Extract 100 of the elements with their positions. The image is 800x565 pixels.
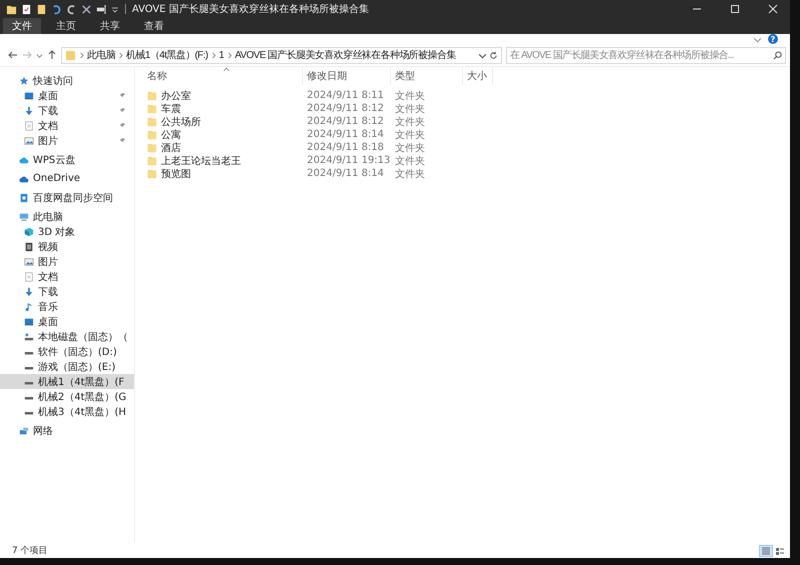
ribbon-tab[interactable]: 主页 bbox=[47, 18, 85, 34]
ribbon-tab[interactable]: 查看 bbox=[135, 18, 173, 34]
nav-item[interactable]: 文档 bbox=[0, 269, 134, 284]
breadcrumb[interactable]: 1 bbox=[218, 50, 224, 60]
nav-item[interactable]: WPS云盘 bbox=[0, 152, 134, 167]
date-cell-text: 2024/9/11 8:14 bbox=[306, 129, 385, 140]
pin-icon[interactable] bbox=[119, 137, 126, 144]
breadcrumb[interactable]: 此电脑 bbox=[87, 48, 116, 62]
column-header[interactable]: 修改日期 bbox=[303, 67, 391, 85]
cube-icon bbox=[24, 226, 34, 236]
nav-label: 软件（固态）(D:) bbox=[38, 346, 117, 358]
tiles-view-icon[interactable] bbox=[774, 546, 786, 556]
help-button[interactable]: ? bbox=[768, 34, 778, 44]
date-cell-text: 2024/9/11 8:18 bbox=[306, 142, 385, 153]
nav-item[interactable]: 下载 bbox=[0, 284, 134, 299]
nav-item[interactable]: 音乐 bbox=[0, 299, 134, 314]
picture-icon bbox=[24, 256, 34, 266]
film-icon bbox=[24, 242, 34, 252]
monitor-icon bbox=[24, 316, 34, 326]
nav-item[interactable]: 图片 bbox=[0, 254, 134, 269]
star-icon bbox=[19, 76, 29, 86]
nav-item[interactable]: 下载 bbox=[0, 103, 134, 118]
back-icon[interactable] bbox=[8, 50, 18, 60]
nav-label: 机械2（4t黑盘）(G bbox=[38, 390, 126, 404]
rename-icon[interactable] bbox=[96, 4, 107, 14]
redo-icon[interactable] bbox=[66, 4, 77, 14]
nav-label: 下载 bbox=[38, 286, 58, 298]
search-icon bbox=[773, 50, 782, 60]
column-header[interactable]: 大小 bbox=[463, 67, 493, 85]
chevron-icon[interactable] bbox=[36, 52, 43, 58]
nav-label: 机械3（4t黑盘）(H bbox=[38, 406, 126, 418]
file-name[interactable]: 酒店 bbox=[143, 140, 303, 154]
file-name[interactable]: 办公室 bbox=[143, 88, 303, 102]
nav-label: 百度网盘同步空间 bbox=[33, 192, 113, 204]
folder-icon bbox=[147, 168, 157, 178]
dropdown-icon[interactable] bbox=[111, 5, 119, 13]
nav-label: 本地磁盘（固态）（ bbox=[38, 330, 128, 344]
folder-icon bbox=[147, 142, 157, 152]
nav-label: 网络 bbox=[33, 424, 53, 438]
nav-item[interactable]: 桌面 bbox=[0, 88, 134, 103]
nav-item[interactable]: 游戏（固态）(E:) bbox=[0, 359, 134, 374]
details-view-icon[interactable] bbox=[760, 546, 772, 556]
nav-item[interactable]: 此电脑 bbox=[0, 209, 134, 224]
nav-label: 机械1（4t黑盘）(F bbox=[38, 376, 124, 388]
nav-item[interactable]: 快速访问 bbox=[0, 73, 134, 88]
breadcrumb[interactable]: 机械1（4t黑盘）(F:) bbox=[126, 48, 208, 62]
nav-item[interactable]: 3D 对象 bbox=[0, 224, 134, 239]
nav-item[interactable]: 机械2（4t黑盘）(G bbox=[0, 389, 134, 404]
window-title: AVOVE 国产长腿美女喜欢穿丝袜在各种场所被操合集 bbox=[132, 2, 369, 16]
pin-icon[interactable] bbox=[119, 122, 126, 129]
nav-item[interactable]: OneDrive bbox=[0, 171, 134, 186]
down-arrow-icon bbox=[24, 286, 34, 296]
ribbon-tab[interactable]: 共享 bbox=[91, 18, 129, 34]
file-name[interactable]: 公共场所 bbox=[143, 114, 303, 128]
nav-item[interactable]: 机械3（4t黑盘）(H bbox=[0, 404, 134, 419]
music-note-icon bbox=[24, 302, 34, 312]
delete-icon[interactable] bbox=[81, 4, 92, 14]
nav-item[interactable]: 百度网盘同步空间 bbox=[0, 190, 134, 205]
undo-icon[interactable] bbox=[51, 4, 62, 14]
nav-item[interactable]: 桌面 bbox=[0, 314, 134, 329]
chevron-icon bbox=[210, 52, 216, 58]
address-bar[interactable]: 此电脑 机械1（4t黑盘）(F:) 1 AVOVE 国产长腿美女喜欢穿丝袜在各种场所被操合集 bbox=[61, 46, 502, 64]
folder-icon bbox=[147, 104, 157, 114]
nav-label: WPS云盘 bbox=[33, 154, 76, 166]
nav-label: 文档 bbox=[38, 120, 58, 132]
up-icon[interactable] bbox=[47, 50, 57, 60]
type-cell-text: 文件夹 bbox=[394, 128, 426, 142]
nav-label: 视频 bbox=[38, 240, 58, 254]
pin-icon[interactable] bbox=[119, 107, 126, 114]
folder-icon bbox=[147, 116, 157, 126]
drive-icon bbox=[24, 332, 34, 342]
folder-icon bbox=[6, 4, 17, 14]
chevron-icon bbox=[79, 52, 84, 58]
file-name[interactable]: 公寓 bbox=[143, 128, 303, 142]
nav-item[interactable]: 网络 bbox=[0, 423, 134, 438]
date-cell-text: 2024/9/11 8:12 bbox=[306, 116, 385, 127]
file-name[interactable]: 预览图 bbox=[143, 166, 303, 180]
nav-item[interactable]: 机械1（4t黑盘）(F bbox=[0, 374, 134, 389]
nav-item[interactable]: 文档 bbox=[0, 118, 134, 133]
monitor-icon bbox=[24, 90, 34, 100]
file-name[interactable]: 车震 bbox=[143, 102, 303, 116]
breadcrumb[interactable]: AVOVE 国产长腿美女喜欢穿丝袜在各种场所被操合集 bbox=[234, 48, 456, 62]
properties-icon[interactable] bbox=[21, 4, 32, 14]
date-cell-text: 2024/9/11 8:12 bbox=[306, 103, 385, 114]
nav-label: 游戏（固态）(E:) bbox=[38, 360, 116, 374]
type-cell-text: 文件夹 bbox=[394, 116, 426, 128]
nav-item[interactable]: 视频 bbox=[0, 239, 134, 254]
nav-item[interactable]: 图片 bbox=[0, 133, 134, 148]
column-header[interactable]: 类型 bbox=[391, 67, 463, 85]
nav-item[interactable]: 本地磁盘（固态）（ bbox=[0, 329, 134, 344]
date-cell-text: 2024/9/11 8:14 bbox=[306, 168, 385, 179]
file-name[interactable]: 上老王论坛当老王 bbox=[143, 154, 303, 168]
column-header[interactable]: 名称 bbox=[143, 67, 303, 85]
chevron-icon bbox=[118, 52, 124, 58]
nav-item[interactable]: 软件（固态）(D:) bbox=[0, 344, 134, 359]
nav-label: 图片 bbox=[38, 256, 58, 268]
picture-icon bbox=[24, 136, 34, 146]
refresh-icon[interactable] bbox=[489, 50, 498, 60]
pin-icon[interactable] bbox=[119, 92, 126, 99]
nav-label: 桌面 bbox=[38, 90, 58, 102]
